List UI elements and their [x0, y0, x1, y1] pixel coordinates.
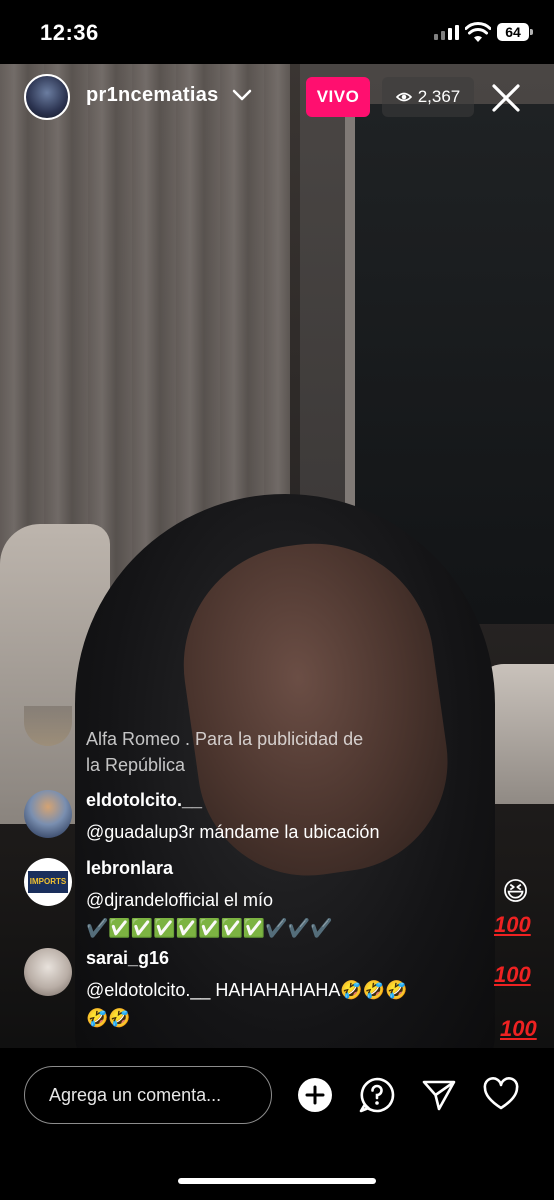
comment-username[interactable]: sarai_g16 — [86, 948, 169, 969]
live-badge: VIVO — [306, 77, 370, 117]
comment-text-line1: @djrandelofficial el mío — [86, 890, 274, 910]
battery-tip — [530, 29, 533, 35]
viewer-count-value: 2,367 — [417, 87, 461, 106]
comment-input[interactable]: Agrega un comenta... — [24, 1066, 272, 1124]
reaction-hundred-emoji: 100 — [494, 962, 531, 987]
status-time: 12:36 — [40, 20, 99, 45]
close-icon[interactable] — [490, 82, 522, 114]
signal-icon — [434, 25, 459, 40]
status-bar: 12:36 64 — [0, 0, 554, 64]
question-icon[interactable] — [358, 1076, 396, 1114]
comment-username[interactable]: lebronlara — [86, 858, 173, 879]
send-icon[interactable] — [420, 1076, 458, 1114]
reaction-hundred-emoji: 100 — [494, 912, 531, 937]
wifi-icon — [465, 22, 491, 42]
fading-comment: Alfa Romeo . Para la publicidad de la Re… — [86, 726, 426, 778]
plus-icon[interactable] — [296, 1076, 334, 1114]
comment-text: @eldotolcito.__ HAHAHAHAHA🤣🤣🤣 🤣🤣 — [86, 976, 486, 1032]
avatar[interactable]: IMPORTS — [24, 858, 72, 906]
comment-text: @guadalup3r mándame la ubicación — [86, 822, 380, 842]
streamer-username[interactable]: pr1ncematias — [86, 84, 219, 107]
streamer-avatar[interactable] — [24, 74, 70, 120]
fading-comment-line1: Alfa Romeo . Para la publicidad de — [86, 729, 364, 749]
avatar-logo-text: IMPORTS — [28, 871, 68, 893]
reaction-laugh-emoji: 😆 — [502, 876, 530, 906]
avatar[interactable] — [24, 790, 72, 838]
viewer-count[interactable]: 2,367 — [382, 77, 474, 117]
fading-comment-line2: la República — [86, 755, 186, 775]
home-indicator[interactable] — [178, 1178, 376, 1184]
comment-text: @djrandelofficial el mío ✔️✅✅✅✅✅✅✅✔️✔️✔️ — [86, 886, 486, 942]
comment-text-line2: ✔️✅✅✅✅✅✅✅✔️✔️✔️ — [86, 918, 333, 938]
comment-text-line1: @eldotolcito.__ HAHAHAHAHA🤣🤣🤣 — [86, 980, 408, 1000]
comment-username[interactable]: eldotolcito.__ — [86, 790, 202, 811]
eye-icon — [395, 92, 412, 102]
heart-icon[interactable] — [482, 1076, 520, 1114]
reaction-hundred-emoji: 100 — [500, 1016, 537, 1041]
comment-text-line2: 🤣🤣 — [86, 1008, 131, 1028]
battery-icon: 64 — [497, 23, 529, 41]
chevron-down-icon[interactable] — [232, 88, 252, 102]
avatar[interactable] — [24, 948, 72, 996]
